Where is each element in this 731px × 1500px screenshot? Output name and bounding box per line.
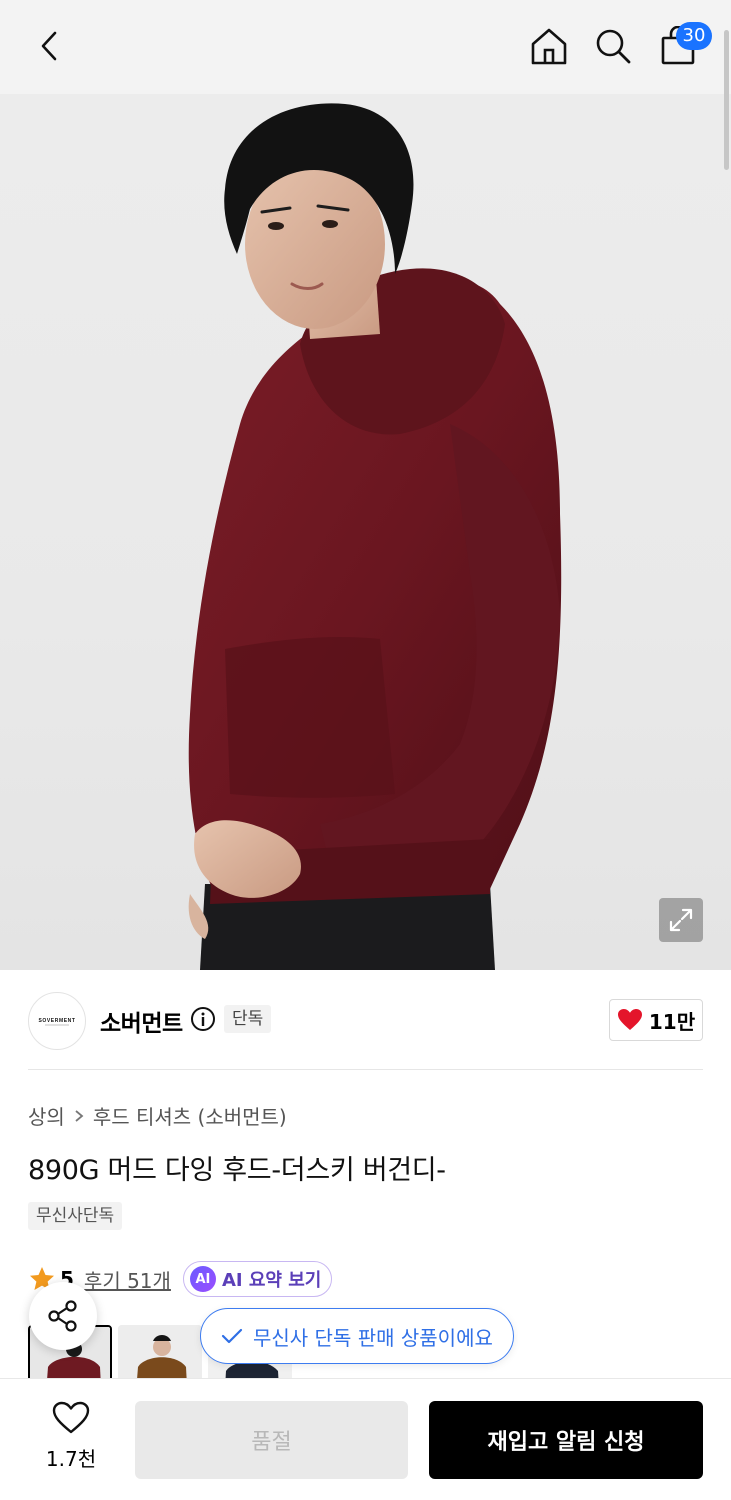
exclusive-badge: 단독 — [224, 1005, 272, 1033]
model-hoodie-illustration — [188, 103, 562, 970]
top-app-bar: 30 — [0, 0, 731, 94]
wishlist-count: 1.7천 — [45, 1447, 97, 1471]
thumbnail-brown[interactable] — [118, 1325, 202, 1381]
wishlist-button[interactable]: 1.7천 — [28, 1401, 114, 1472]
heart-filled-icon — [617, 1009, 642, 1030]
search-icon[interactable] — [591, 24, 635, 68]
brand-row: SOVERMENT 소버먼트 단독 11만 — [28, 990, 703, 1052]
restock-alert-button[interactable]: 재입고 알림 신청 — [429, 1401, 703, 1479]
expand-image-icon[interactable] — [659, 898, 703, 942]
brand-like-button[interactable]: 11만 — [609, 999, 703, 1041]
divider — [28, 1069, 703, 1070]
breadcrumb-subcategory[interactable]: 후드 티셔츠 (소버먼트) — [93, 1101, 287, 1130]
product-title: 890G 머드 다잉 후드-더스키 버건디- — [28, 1155, 446, 1186]
bottom-action-bar: 1.7천 품절 재입고 알림 신청 — [0, 1378, 731, 1500]
share-button[interactable] — [29, 1282, 97, 1350]
ai-summary-label: AI 요약 보기 — [221, 1270, 322, 1291]
home-icon[interactable] — [527, 24, 571, 68]
share-icon — [48, 1300, 77, 1332]
review-count-link[interactable]: 후기 51개 — [84, 1265, 171, 1294]
info-icon[interactable] — [190, 1006, 216, 1032]
heart-outline-icon — [52, 1401, 90, 1434]
back-icon[interactable] — [28, 24, 72, 68]
scrollbar[interactable] — [724, 30, 729, 170]
musinsa-exclusive-tag: 무신사단독 — [28, 1202, 123, 1230]
cart-count-badge: 30 — [676, 22, 712, 50]
ai-summary-button[interactable]: AI AI 요약 보기 — [182, 1261, 333, 1297]
brand-name[interactable]: 소버먼트 — [100, 1004, 183, 1038]
chevron-right-icon — [75, 1109, 84, 1122]
breadcrumb: 상의 후드 티셔츠 (소버먼트) — [28, 1101, 287, 1130]
product-main-image[interactable] — [0, 94, 731, 970]
ai-icon: AI — [189, 1266, 216, 1292]
check-icon — [221, 1328, 243, 1344]
breadcrumb-category[interactable]: 상의 — [28, 1101, 65, 1130]
brand-logo[interactable]: SOVERMENT — [28, 992, 86, 1050]
exclusive-toast: 무신사 단독 판매 상품이에요 — [200, 1308, 514, 1364]
toast-message: 무신사 단독 판매 상품이에요 — [253, 1325, 493, 1350]
soldout-button: 품절 — [135, 1401, 408, 1479]
svg-text:SOVERMENT: SOVERMENT — [38, 1018, 75, 1024]
brand-like-count: 11만 — [648, 1009, 696, 1034]
